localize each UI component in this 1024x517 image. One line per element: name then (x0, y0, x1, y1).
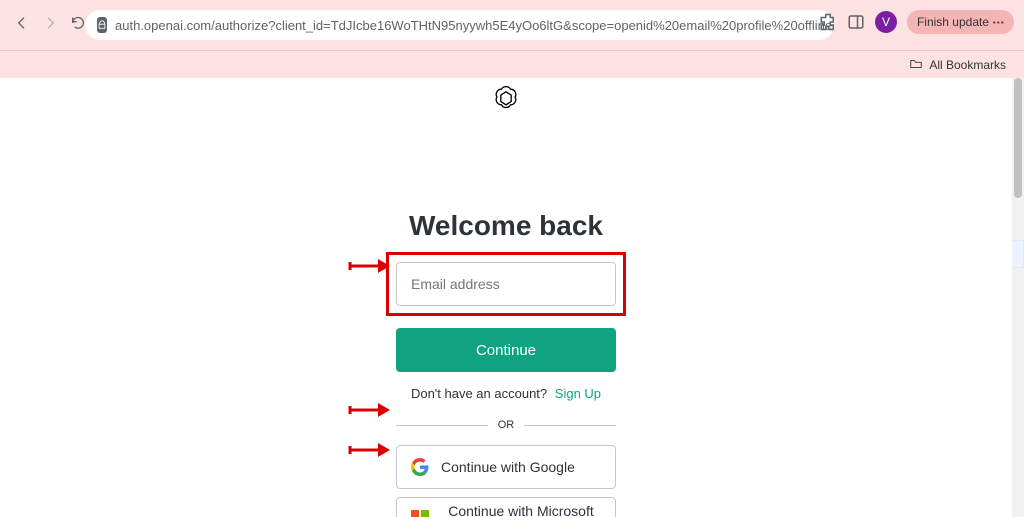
extensions-icon[interactable] (819, 13, 837, 31)
continue-with-google-button[interactable]: Continue with Google (396, 445, 616, 489)
url-text: auth.openai.com/authorize?client_id=TdJI… (115, 18, 834, 33)
annotation-arrow-google (350, 400, 390, 425)
reload-icon[interactable] (70, 15, 86, 36)
all-bookmarks-link[interactable]: All Bookmarks (929, 58, 1006, 72)
scroll-thumb[interactable] (1014, 78, 1022, 198)
openai-logo-icon (0, 84, 1012, 110)
page-title: Welcome back (0, 210, 1012, 242)
no-account-text: Don't have an account? Sign Up (396, 386, 616, 401)
continue-button[interactable]: Continue (396, 328, 616, 372)
back-icon[interactable] (14, 15, 30, 36)
side-panel-icon[interactable] (847, 13, 865, 31)
email-input[interactable] (396, 262, 616, 306)
sign-up-link[interactable]: Sign Up (555, 386, 601, 401)
annotation-arrow-email (350, 256, 390, 281)
forward-icon[interactable] (42, 15, 58, 36)
bookmarks-bar: All Bookmarks (0, 50, 1024, 79)
divider-or: OR (396, 419, 616, 431)
microsoft-icon (411, 510, 429, 517)
page-content: Welcome back Continue Don't have an acco… (0, 78, 1012, 517)
url-bar[interactable]: auth.openai.com/authorize?client_id=TdJI… (85, 10, 834, 40)
finish-update-button[interactable]: Finish update ⋮ (907, 10, 1014, 34)
browser-chrome: auth.openai.com/authorize?client_id=TdJI… (0, 0, 1024, 50)
annotation-arrow-microsoft (350, 440, 390, 465)
folder-icon (909, 57, 923, 74)
continue-with-microsoft-button[interactable]: Continue with Microsoft Account (396, 497, 616, 517)
profile-avatar[interactable]: V (875, 11, 897, 33)
vertical-scrollbar[interactable] (1012, 78, 1024, 517)
google-icon (411, 458, 429, 476)
site-security-icon (97, 17, 107, 33)
menu-dots-icon: ⋮ (992, 17, 1006, 28)
